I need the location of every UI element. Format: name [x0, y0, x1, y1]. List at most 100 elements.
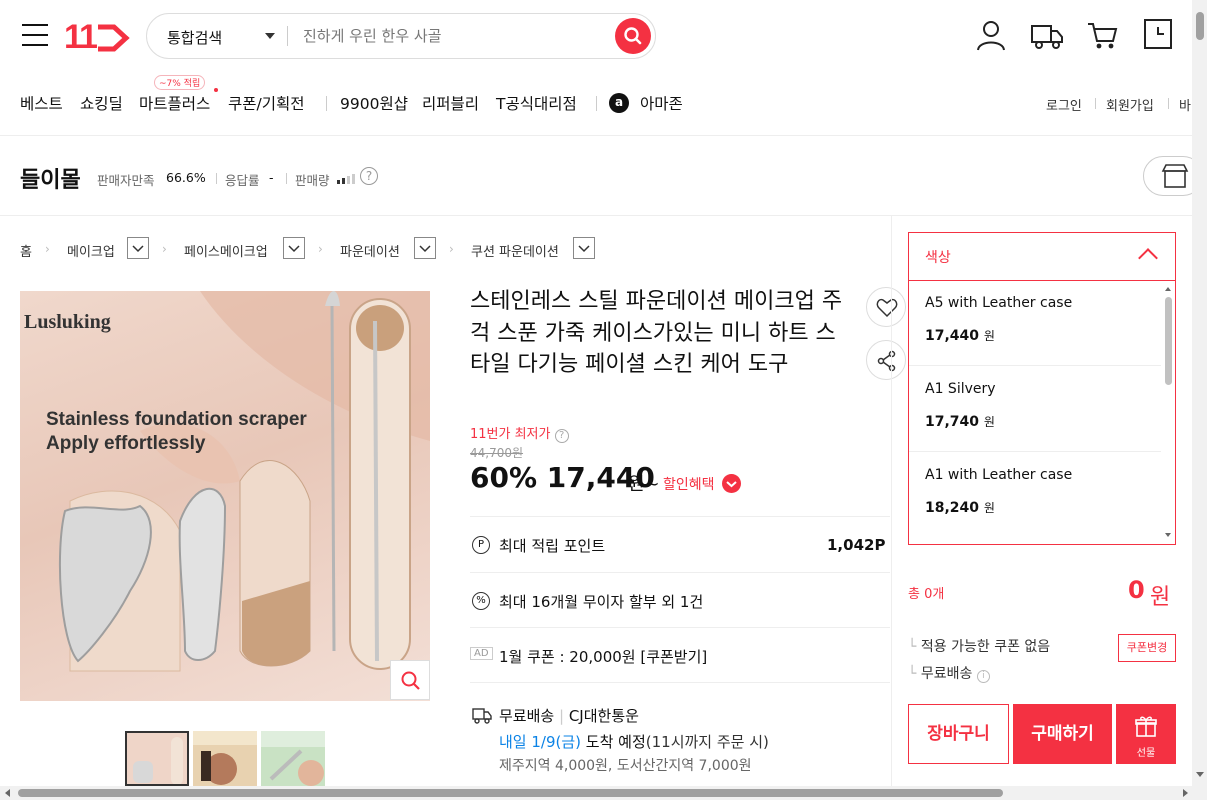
product-title: 스테인레스 스틸 파운데이션 메이크업 주걱 스푼 가죽 케이스가있는 미니 하… — [470, 289, 843, 377]
store-icon — [1161, 164, 1189, 188]
option-name: A1 Silvery — [925, 381, 996, 397]
nav-item-t-official[interactable]: T공식대리점 — [496, 92, 577, 114]
scroll-down-icon[interactable] — [1195, 770, 1205, 780]
product-thumbnail-3[interactable] — [261, 731, 325, 786]
option-item[interactable]: A1 Silvery 17,740 원 — [909, 367, 1161, 452]
search-box: 통합검색 — [146, 13, 656, 59]
nav-item-shocking-deal[interactable]: 쇼킹딜 — [80, 92, 123, 114]
breadcrumb-dropdown[interactable] — [573, 237, 595, 259]
divider — [286, 173, 287, 184]
seller-name[interactable]: 들이몰 — [20, 162, 81, 194]
breadcrumb-dropdown[interactable] — [414, 237, 436, 259]
product-main-image[interactable]: Lusluking Stainless foundation scraper A… — [20, 291, 430, 701]
logo-text: 11 — [64, 18, 98, 56]
page-vertical-scrollbar-thumb[interactable] — [1196, 12, 1204, 40]
chevron-down-icon[interactable] — [722, 474, 741, 493]
login-link[interactable]: 로그인 — [1046, 95, 1082, 114]
nav-item-amazon[interactable]: 아마존 — [640, 92, 683, 114]
option-item[interactable]: A1 with Leather case 18,240 원 — [909, 453, 1161, 538]
thumbnail-illustration — [261, 731, 325, 786]
nav-item-coupon[interactable]: 쿠폰/기획전 — [228, 92, 305, 114]
share-button[interactable] — [866, 340, 906, 380]
signup-link[interactable]: 회원가입 — [1106, 95, 1154, 114]
buy-now-button[interactable]: 구매하기 — [1013, 704, 1112, 764]
coupon-offer[interactable]: 1월 쿠폰 : 20,000원 [쿠폰받기] — [499, 646, 707, 667]
option-name: A1 with Leather case — [925, 467, 1073, 483]
points-label: 최대 적립 포인트 — [499, 537, 606, 555]
zoom-button[interactable] — [390, 660, 430, 700]
option-price-unit: 원 — [983, 415, 995, 429]
breadcrumb-dropdown[interactable] — [127, 237, 149, 259]
breadcrumb-makeup[interactable]: 메이크업 — [67, 241, 115, 260]
search-input[interactable] — [303, 25, 603, 47]
truck-icon — [472, 708, 492, 724]
seller-satisfaction-value: 66.6% — [166, 170, 206, 185]
point-icon: P — [472, 536, 490, 554]
nav-item-9900[interactable]: 9900원샵 — [340, 92, 408, 114]
help-icon[interactable]: ? — [554, 429, 569, 443]
recent-view-icon[interactable] — [1142, 18, 1176, 52]
menu-icon[interactable] — [22, 24, 48, 46]
lowest-price-tag: 11번가 최저가 ? — [470, 423, 569, 443]
sales-level-icon — [337, 174, 355, 184]
points-value[interactable]: 1,042P — [827, 536, 885, 554]
divider — [470, 627, 890, 628]
product-thumbnail-2[interactable] — [193, 731, 257, 786]
breadcrumb-cushion-foundation[interactable]: 쿠션 파운데이션 — [471, 241, 559, 260]
chevron-up-icon[interactable] — [1138, 248, 1158, 268]
chevron-down-icon — [419, 245, 431, 253]
divider — [1168, 98, 1169, 109]
coupon-change-button[interactable]: 쿠폰변경 — [1118, 634, 1176, 662]
image-brand-text: Lusluking — [24, 311, 111, 333]
total-price-unit: 원 — [1150, 585, 1171, 610]
no-coupon-text: 적용 가능한 쿠폰 없음 — [920, 639, 1051, 655]
chevron-right-icon: › — [318, 242, 323, 256]
image-caption-2: Apply effortlessly — [46, 433, 206, 454]
gift-button[interactable]: 선물 — [1116, 704, 1176, 764]
shipping-status: └ 무료배송 i — [908, 663, 990, 683]
breadcrumb-home[interactable]: 홈 — [20, 241, 32, 260]
add-to-cart-button[interactable]: 장바구니 — [908, 704, 1009, 764]
divider — [1095, 98, 1096, 109]
breadcrumb-face-makeup[interactable]: 페이스메이크업 — [184, 241, 268, 260]
delivery-estimate: 내일 1/9(금) 도착 예정(11시까지 주문 시) — [499, 731, 769, 752]
seller-response-label: 응답률 — [225, 173, 260, 188]
option-selector: 색상 A5 with Leather case 17,440 원 A1 Silv… — [908, 232, 1176, 545]
heart-icon — [876, 298, 898, 318]
chevron-down-icon — [132, 245, 144, 253]
page-vertical-scrollbar[interactable] — [1192, 0, 1207, 786]
search-icon — [624, 27, 642, 45]
search-button[interactable] — [615, 18, 651, 54]
installment-info[interactable]: 최대 16개월 무이자 할부 외 1건 — [499, 591, 703, 612]
nav-item-best[interactable]: 베스트 — [20, 92, 63, 114]
chevron-right-icon: › — [45, 242, 50, 256]
user-icon[interactable] — [974, 18, 1008, 52]
search-scope-select[interactable]: 통합검색 — [167, 27, 222, 48]
scroll-left-icon[interactable] — [3, 788, 13, 798]
nav-item-refurbly[interactable]: 리퍼블리 — [422, 92, 479, 114]
discount-benefit-link[interactable]: 할인혜택 — [663, 474, 715, 494]
option-item[interactable]: A5 with Leather case 17,440 원 — [909, 281, 1161, 366]
option-price-value: 17,740 — [925, 414, 980, 430]
nav-item-mart-plus[interactable]: 마트플러스 — [139, 92, 210, 114]
chevron-down-icon[interactable] — [265, 33, 275, 39]
help-icon[interactable]: ? — [360, 167, 378, 185]
product-thumbnail-1[interactable] — [125, 731, 189, 786]
share-icon — [877, 350, 896, 372]
option-price-unit: 원 — [983, 329, 995, 343]
option-scrollbar-thumb[interactable] — [1165, 297, 1172, 385]
breadcrumb-dropdown[interactable] — [283, 237, 305, 259]
option-header[interactable]: 색상 — [925, 247, 951, 267]
page-horizontal-scrollbar-thumb[interactable] — [18, 789, 1003, 797]
product-illustration — [58, 291, 430, 672]
breadcrumb-foundation[interactable]: 파운데이션 — [340, 241, 400, 260]
site-logo[interactable]: 11 — [64, 18, 130, 57]
util-link-more[interactable]: 바 — [1179, 95, 1191, 114]
info-icon[interactable]: i — [976, 670, 990, 683]
shipping-info: 무료배송 | CJ대한통운 — [499, 707, 639, 725]
cart-icon[interactable] — [1086, 18, 1120, 52]
truck-icon[interactable] — [1030, 18, 1064, 52]
favorite-button[interactable] — [866, 287, 906, 327]
scroll-right-icon[interactable] — [1180, 788, 1190, 798]
option-price: 18,240 원 — [925, 499, 995, 516]
